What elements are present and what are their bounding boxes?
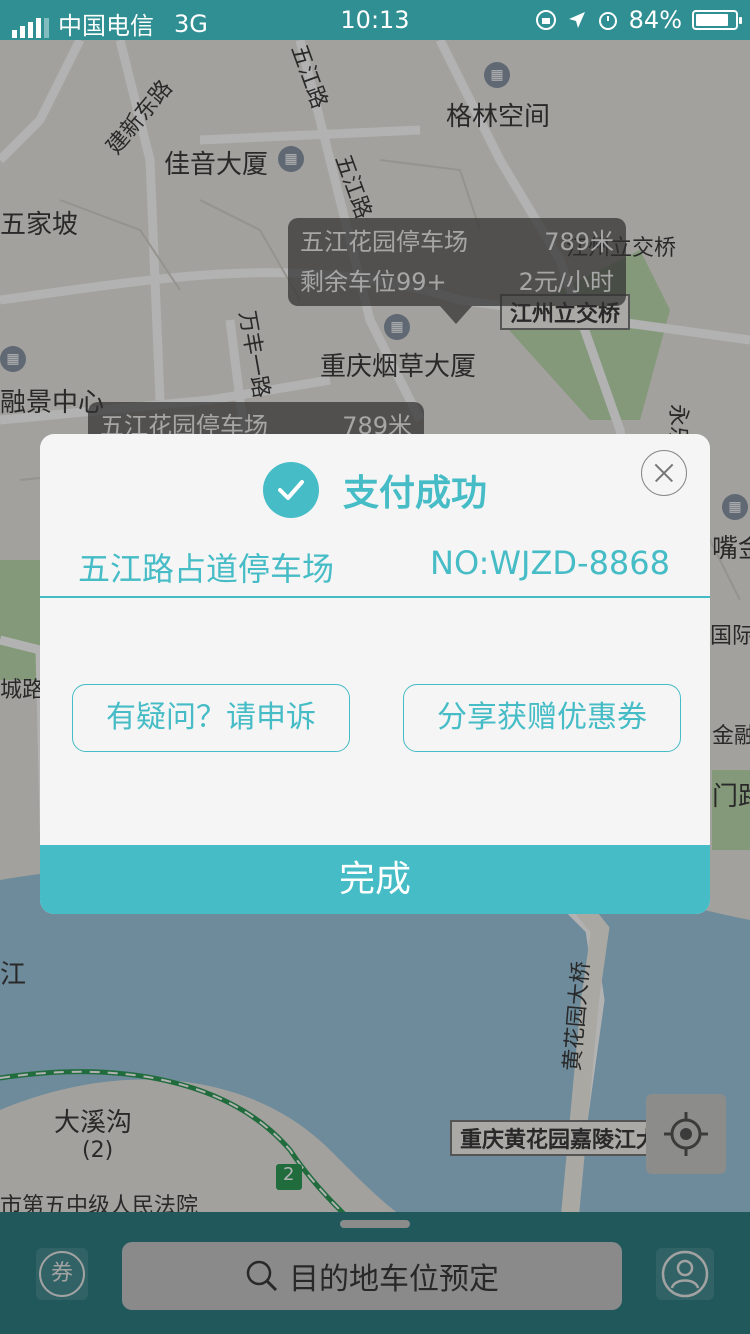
rotation-lock-icon xyxy=(535,10,556,30)
parking-lot-name: 五江路占道停车场 xyxy=(78,550,335,588)
divider xyxy=(40,596,710,598)
done-button[interactable]: 完成 xyxy=(40,845,710,914)
parking-lot-info: 五江路占道停车场 NO:WJZD-8868 xyxy=(78,544,670,590)
battery-icon xyxy=(692,10,742,30)
location-arrow-icon xyxy=(568,12,585,28)
status-bar: 中国电信 3G 10:13 84% xyxy=(0,0,750,40)
parking-lot-number: NO:WJZD-8868 xyxy=(430,544,670,582)
payment-success-dialog: 支付成功 五江路占道停车场 NO:WJZD-8868 有疑问？请申诉 分享获赠优… xyxy=(40,434,710,914)
success-header: 支付成功 xyxy=(40,462,710,518)
battery-percent: 84% xyxy=(628,6,682,34)
check-circle-icon xyxy=(262,462,319,518)
share-coupon-button[interactable]: 分享获赠优惠券 xyxy=(403,684,681,752)
dialog-title: 支付成功 xyxy=(342,473,487,514)
complain-button[interactable]: 有疑问？请申诉 xyxy=(72,684,350,752)
alarm-icon xyxy=(598,12,617,30)
